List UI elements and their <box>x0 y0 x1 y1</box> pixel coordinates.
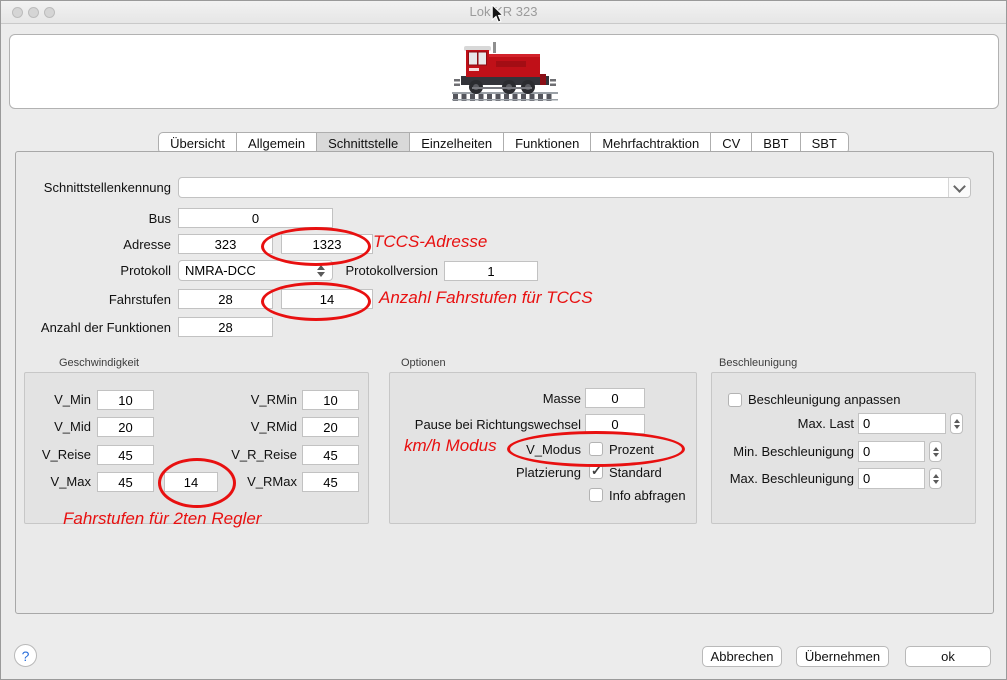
protokoll-label: Protokoll <box>21 261 171 281</box>
max-last-label: Max. Last <box>727 414 854 434</box>
v-rmin-field[interactable]: 10 <box>302 390 359 410</box>
schnittstellenkennung-label: Schnittstellenkennung <box>21 178 171 198</box>
annotation-anzahl-fahrstufen: Anzahl Fahrstufen für TCCS <box>379 288 593 308</box>
v-max-label: V_Max <box>27 472 91 492</box>
v-rmax-field[interactable]: 45 <box>302 472 359 492</box>
protokollversion-field[interactable]: 1 <box>444 261 538 281</box>
bus-label: Bus <box>21 209 171 229</box>
v-r-reise-field[interactable]: 45 <box>302 445 359 465</box>
protokollversion-label: Protokollversion <box>339 261 438 281</box>
tccs-fahrstufen-field[interactable]: 14 <box>281 289 373 309</box>
optionen-group-title: Optionen <box>401 357 446 369</box>
v-rmin-label: V_RMin <box>217 390 297 410</box>
uebernehmen-button[interactable]: Übernehmen <box>796 646 889 667</box>
platzierung-label: Platzierung <box>481 463 581 483</box>
v-rmid-field[interactable]: 20 <box>302 417 359 437</box>
info-abfragen-checkbox-label: Info abfragen <box>609 486 686 506</box>
masse-label: Masse <box>431 389 581 409</box>
adresse-field[interactable]: 323 <box>178 234 273 254</box>
v-max-field[interactable]: 45 <box>97 472 154 492</box>
locomotive-image <box>452 41 558 108</box>
anzahl-funktionen-label: Anzahl der Funktionen <box>21 318 171 338</box>
max-beschleunigung-stepper[interactable] <box>929 468 942 489</box>
max-beschleunigung-field[interactable]: 0 <box>858 468 925 489</box>
v-reise-label: V_Reise <box>27 445 91 465</box>
protokoll-value: NMRA-DCC <box>179 263 313 278</box>
min-beschleunigung-label: Min. Beschleunigung <box>717 442 854 462</box>
fahrstufen-field[interactable]: 28 <box>178 289 273 309</box>
pause-richtungswechsel-field[interactable]: 0 <box>585 414 645 434</box>
pause-richtungswechsel-label: Pause bei Richtungswechsel <box>403 415 581 435</box>
v-r-reise-label: V_R_Reise <box>217 445 297 465</box>
help-button[interactable]: ? <box>14 644 37 667</box>
beschleunigung-anpassen-checkbox[interactable] <box>728 393 742 407</box>
annotation-kmh-modus: km/h Modus <box>404 436 497 456</box>
standard-checkbox-label: Standard <box>609 463 662 483</box>
min-beschleunigung-stepper[interactable] <box>929 441 942 462</box>
up-down-chevrons-icon <box>313 265 332 277</box>
info-abfragen-checkbox[interactable] <box>589 488 603 502</box>
prozent-checkbox-label: Prozent <box>609 440 654 460</box>
schnittstellenkennung-combobox[interactable] <box>178 177 971 198</box>
v-rmax-label: V_RMax <box>217 472 297 492</box>
abbrechen-button[interactable]: Abbrechen <box>702 646 782 667</box>
bus-field[interactable]: 0 <box>178 208 333 228</box>
max-last-stepper[interactable] <box>950 413 963 434</box>
fahrstufen-label: Fahrstufen <box>21 290 171 310</box>
chevron-down-icon[interactable] <box>948 178 970 197</box>
annotation-tccs-adresse: TCCS-Adresse <box>373 232 487 252</box>
v-min-field[interactable]: 10 <box>97 390 154 410</box>
beschleunigung-anpassen-label: Beschleunigung anpassen <box>748 390 901 410</box>
max-beschleunigung-label: Max. Beschleunigung <box>717 469 854 489</box>
tccs-adresse-field[interactable]: 1323 <box>281 234 373 254</box>
adresse-label: Adresse <box>21 235 171 255</box>
min-beschleunigung-field[interactable]: 0 <box>858 441 925 462</box>
beschleunigung-group-title: Beschleunigung <box>719 357 797 369</box>
masse-field[interactable]: 0 <box>585 388 645 408</box>
v-mid-field[interactable]: 20 <box>97 417 154 437</box>
protokoll-popup[interactable]: NMRA-DCC <box>178 260 333 281</box>
mouse-cursor <box>491 4 504 29</box>
prozent-checkbox[interactable] <box>589 442 603 456</box>
max-last-field[interactable]: 0 <box>858 413 946 434</box>
v-mid-label: V_Mid <box>27 417 91 437</box>
geschwindigkeit-group-title: Geschwindigkeit <box>59 357 139 369</box>
v-rmid-label: V_RMid <box>217 417 297 437</box>
annotation-fahrstufen-regler: Fahrstufen für 2ten Regler <box>63 509 261 529</box>
v-reise-field[interactable]: 45 <box>97 445 154 465</box>
anzahl-funktionen-field[interactable]: 28 <box>178 317 273 337</box>
lok-settings-window: Lok KR 323 <box>0 0 1007 680</box>
fahrstufen-regler2-field[interactable]: 14 <box>164 472 218 492</box>
v-min-label: V_Min <box>27 390 91 410</box>
ok-button[interactable]: ok <box>905 646 991 667</box>
standard-checkbox[interactable] <box>589 465 603 479</box>
